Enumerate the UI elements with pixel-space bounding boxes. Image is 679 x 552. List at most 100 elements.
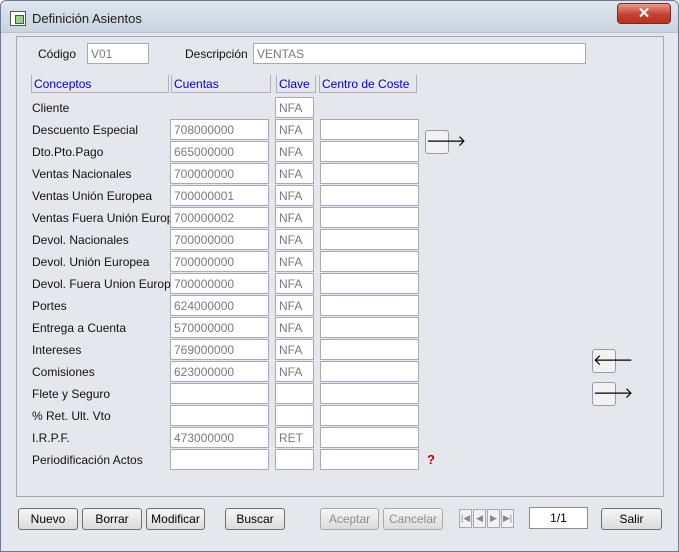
clave-field[interactable]: NFA bbox=[275, 361, 314, 382]
cuenta-field[interactable]: 623000000 bbox=[170, 361, 269, 382]
move-right-button[interactable]: 🡒 bbox=[592, 382, 633, 406]
last-record-icon: ▶| bbox=[502, 513, 513, 523]
clave-field[interactable] bbox=[275, 405, 314, 426]
centro-coste-field[interactable] bbox=[320, 317, 419, 338]
nuevo-button[interactable]: Nuevo bbox=[18, 508, 78, 530]
cuenta-field[interactable]: 700000000 bbox=[170, 251, 269, 272]
cuenta-field[interactable]: 700000001 bbox=[170, 185, 269, 206]
centro-coste-field[interactable] bbox=[320, 119, 419, 140]
help-icon[interactable]: ? bbox=[427, 453, 441, 467]
column-header-centro-coste: Centro de Coste bbox=[319, 75, 417, 93]
codigo-field[interactable]: V01 bbox=[87, 43, 149, 64]
first-record-icon: |◀ bbox=[460, 513, 471, 523]
cuenta-field[interactable] bbox=[170, 405, 269, 426]
descripcion-field[interactable]: VENTAS bbox=[253, 43, 586, 64]
cancelar-button[interactable]: Cancelar bbox=[383, 508, 443, 530]
clave-field[interactable]: NFA bbox=[275, 163, 314, 184]
arrow-left-icon: 🡐 bbox=[593, 352, 634, 369]
centro-coste-field[interactable] bbox=[320, 185, 419, 206]
concepto-label: Devol. Fuera Union Europea bbox=[32, 277, 185, 291]
cuenta-field[interactable]: 624000000 bbox=[170, 295, 269, 316]
close-button[interactable]: ✕ bbox=[617, 3, 671, 24]
buscar-button[interactable]: Buscar bbox=[225, 508, 285, 530]
centro-coste-field[interactable] bbox=[320, 141, 419, 162]
column-header-conceptos: Conceptos bbox=[31, 75, 169, 93]
centro-coste-field[interactable] bbox=[320, 229, 419, 250]
centro-coste-field[interactable] bbox=[320, 383, 419, 404]
clave-field[interactable]: NFA bbox=[275, 97, 314, 118]
concepto-label: Cliente bbox=[32, 101, 70, 115]
clave-field[interactable]: NFA bbox=[275, 339, 314, 360]
concepto-label: Entrega a Cuenta bbox=[32, 321, 127, 335]
concepto-label: % Ret. Ult. Vto bbox=[32, 409, 111, 423]
cuenta-field[interactable]: 708000000 bbox=[170, 119, 269, 140]
centro-coste-field[interactable] bbox=[320, 207, 419, 228]
cuenta-field[interactable]: 700000002 bbox=[170, 207, 269, 228]
record-counter: 1/1 bbox=[529, 507, 588, 529]
centro-coste-field[interactable] bbox=[320, 251, 419, 272]
close-icon: ✕ bbox=[637, 5, 651, 22]
cuenta-field[interactable]: 665000000 bbox=[170, 141, 269, 162]
clave-field[interactable]: NFA bbox=[275, 141, 314, 162]
clave-field[interactable]: NFA bbox=[275, 317, 314, 338]
clave-field[interactable]: NFA bbox=[275, 251, 314, 272]
cuenta-field[interactable]: 700000000 bbox=[170, 229, 269, 250]
cuenta-field[interactable] bbox=[170, 383, 269, 404]
prev-record-icon: ◀ bbox=[476, 513, 483, 523]
centro-coste-field[interactable] bbox=[320, 427, 419, 448]
concepto-label: Periodificación Actos bbox=[32, 453, 143, 467]
centro-coste-field[interactable] bbox=[320, 163, 419, 184]
clave-field[interactable]: NFA bbox=[275, 207, 314, 228]
aceptar-button[interactable]: Aceptar bbox=[320, 508, 379, 530]
descripcion-label: Descripción bbox=[185, 47, 248, 61]
centro-coste-field[interactable] bbox=[320, 361, 419, 382]
concepto-label: Descuento Especial bbox=[32, 123, 139, 137]
cuenta-field[interactable] bbox=[170, 449, 269, 470]
nav-first-button[interactable]: |◀ bbox=[459, 509, 472, 528]
cuenta-field[interactable]: 700000000 bbox=[170, 163, 269, 184]
concepto-label: Devol. Nacionales bbox=[32, 233, 129, 247]
clave-field[interactable] bbox=[275, 449, 314, 470]
concepto-label: Ventas Unión Europea bbox=[32, 189, 153, 203]
clave-field[interactable]: NFA bbox=[275, 229, 314, 250]
cuenta-field[interactable]: 700000000 bbox=[170, 273, 269, 294]
column-header-clave: Clave bbox=[276, 75, 316, 93]
concepto-label: Dto.Pto.Pago bbox=[32, 145, 104, 159]
next-record-icon: ▶ bbox=[490, 513, 497, 523]
clave-field[interactable]: NFA bbox=[275, 185, 314, 206]
window-title: Definición Asientos bbox=[32, 11, 142, 26]
centro-coste-field[interactable] bbox=[320, 295, 419, 316]
clave-field[interactable]: NFA bbox=[275, 119, 314, 140]
modificar-button[interactable]: Modificar bbox=[146, 508, 205, 530]
cuenta-field[interactable]: 473000000 bbox=[170, 427, 269, 448]
concepto-label: Portes bbox=[32, 299, 67, 313]
codigo-label: Código bbox=[38, 47, 77, 61]
concepto-label: I.R.P.F. bbox=[32, 431, 70, 445]
centro-coste-field[interactable] bbox=[320, 405, 419, 426]
window: Definición Asientos ✕ Código V01 Descrip… bbox=[0, 0, 679, 552]
nav-next-button[interactable]: ▶ bbox=[487, 509, 500, 528]
centro-coste-field[interactable] bbox=[320, 339, 419, 360]
concepto-label: Flete y Seguro bbox=[32, 387, 111, 401]
clave-field[interactable]: NFA bbox=[275, 273, 314, 294]
column-header-cuentas: Cuentas bbox=[171, 75, 271, 93]
centro-coste-field[interactable] bbox=[320, 449, 419, 470]
concepto-label: Ventas Nacionales bbox=[32, 167, 132, 181]
cuenta-field[interactable]: 570000000 bbox=[170, 317, 269, 338]
title-bar[interactable]: Definición Asientos ✕ bbox=[1, 1, 678, 33]
borrar-button[interactable]: Borrar bbox=[82, 508, 142, 530]
centro-coste-field[interactable] bbox=[320, 273, 419, 294]
clave-field[interactable]: NFA bbox=[275, 295, 314, 316]
nav-last-button[interactable]: ▶| bbox=[501, 509, 514, 528]
clave-field[interactable]: RET bbox=[275, 427, 314, 448]
clave-field[interactable] bbox=[275, 383, 314, 404]
copy-right-button[interactable]: 🡒 bbox=[425, 130, 466, 154]
arrow-right-icon: 🡒 bbox=[426, 133, 467, 150]
cuenta-field[interactable]: 769000000 bbox=[170, 339, 269, 360]
move-left-button[interactable]: 🡐 bbox=[592, 349, 633, 373]
concepto-label: Comisiones bbox=[32, 365, 95, 379]
concepto-label: Devol. Unión Europea bbox=[32, 255, 150, 269]
salir-button[interactable]: Salir bbox=[601, 508, 662, 530]
concepto-label: Intereses bbox=[32, 343, 82, 357]
nav-prev-button[interactable]: ◀ bbox=[473, 509, 486, 528]
